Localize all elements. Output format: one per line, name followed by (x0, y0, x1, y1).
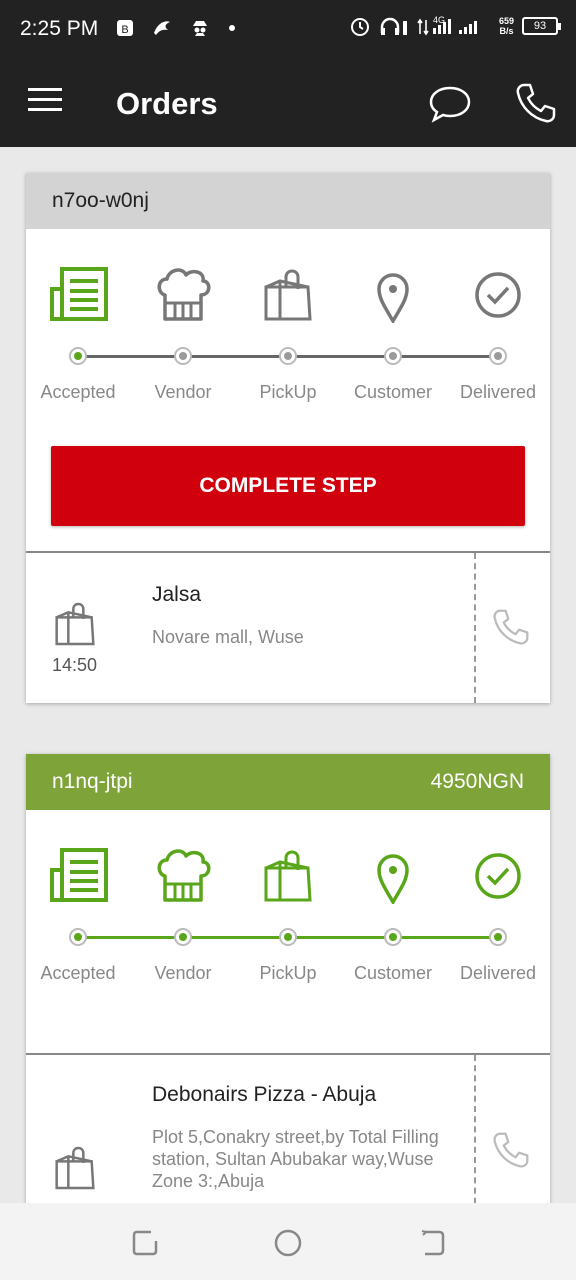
shopping-bag-icon (55, 602, 95, 646)
step-label-pickup: PickUp (259, 963, 317, 983)
chat-icon[interactable] (428, 85, 472, 123)
check-circle-icon (475, 272, 521, 318)
home-icon[interactable] (273, 1228, 303, 1258)
net-speed: 659 B/s (498, 16, 514, 36)
step-dot (279, 928, 297, 946)
order-id: n1nq-jtpi (52, 770, 133, 793)
headphones-icon (380, 17, 407, 35)
svg-text:B: B (121, 24, 128, 36)
notification-icon: B (117, 20, 133, 36)
vendor-address: Plot 5,Conakry street,by Total Filling s… (152, 1127, 439, 1191)
step-dot (384, 928, 402, 946)
status-time: 2:25 PM (20, 17, 99, 40)
page-title: Orders (116, 86, 218, 121)
step-label-delivered: Delivered (459, 963, 537, 983)
shopping-bag-icon (264, 269, 312, 321)
step-label-vendor: Vendor (154, 963, 212, 983)
dashed-separator (474, 553, 476, 703)
step-label-customer: Customer (353, 382, 433, 402)
call-vendor-icon[interactable] (492, 1131, 530, 1169)
order-header: n1nq-jtpi 4950NGN (26, 754, 550, 810)
battery-icon: 93 (522, 17, 561, 35)
step-dot (489, 347, 507, 365)
app-bar: Orders (0, 60, 576, 147)
order-progress: Accepted Vendor PickUp Customer Delivere… (26, 810, 550, 990)
receipt-icon (50, 267, 108, 321)
dashed-separator (474, 1055, 476, 1203)
step-dot (174, 928, 192, 946)
step-label-customer: Customer (353, 963, 433, 983)
chef-hat-icon (157, 849, 211, 902)
step-dot (279, 347, 297, 365)
order-card[interactable]: n7oo-w0nj Accepted Vendor PickUp Custome… (26, 173, 550, 703)
order-card[interactable]: n1nq-jtpi 4950NGN Accepted Vendor PickUp… (26, 754, 550, 1203)
vendor-name: Debonairs Pizza - Abuja (152, 1083, 377, 1106)
phone-icon[interactable] (515, 82, 557, 124)
back-icon[interactable] (417, 1228, 447, 1258)
step-label-accepted: Accepted (40, 382, 116, 402)
order-progress: Accepted Vendor PickUp Customer Delivere… (26, 229, 550, 409)
step-label-delivered: Delivered (459, 382, 537, 402)
signal-icon: 4G (417, 15, 477, 36)
recent-apps-icon[interactable] (131, 1228, 161, 1258)
complete-step-button[interactable]: COMPLETE STEP (51, 446, 525, 526)
vendor-row[interactable]: 14:50 Jalsa Novare mall, Wuse (26, 553, 550, 703)
pickup-time: 14:50 (52, 655, 98, 675)
orders-list[interactable]: n7oo-w0nj Accepted Vendor PickUp Custome… (0, 147, 576, 1203)
receipt-icon (50, 848, 108, 902)
status-bar: 2:25 PM B 4G 659 B/s 93 (0, 0, 576, 60)
step-dot (489, 928, 507, 946)
order-id: n7oo-w0nj (52, 189, 149, 212)
order-amount: 4950NGN (430, 770, 524, 793)
shopping-bag-icon (55, 1146, 95, 1190)
location-pin-icon (377, 854, 409, 904)
check-circle-icon (475, 853, 521, 899)
order-header: n7oo-w0nj (26, 173, 550, 229)
vendor-address: Novare mall, Wuse (152, 627, 304, 647)
step-label-pickup: PickUp (259, 382, 317, 402)
step-label-vendor: Vendor (154, 382, 212, 402)
step-dot (174, 347, 192, 365)
vendor-name: Jalsa (152, 583, 202, 606)
system-nav-bar (0, 1203, 576, 1280)
call-vendor-icon[interactable] (492, 608, 530, 646)
location-pin-icon (377, 273, 409, 323)
spy-icon (193, 21, 207, 36)
step-dot (69, 928, 87, 946)
step-dot (69, 347, 87, 365)
chef-hat-icon (157, 268, 211, 321)
dot-icon (229, 25, 235, 31)
alarm-icon (350, 18, 369, 36)
step-dot (384, 347, 402, 365)
bird-icon (154, 21, 170, 35)
menu-icon[interactable] (28, 88, 62, 118)
shopping-bag-icon (264, 850, 312, 902)
vendor-row[interactable]: Debonairs Pizza - Abuja Plot 5,Conakry s… (26, 1055, 550, 1203)
step-label-accepted: Accepted (40, 963, 116, 983)
